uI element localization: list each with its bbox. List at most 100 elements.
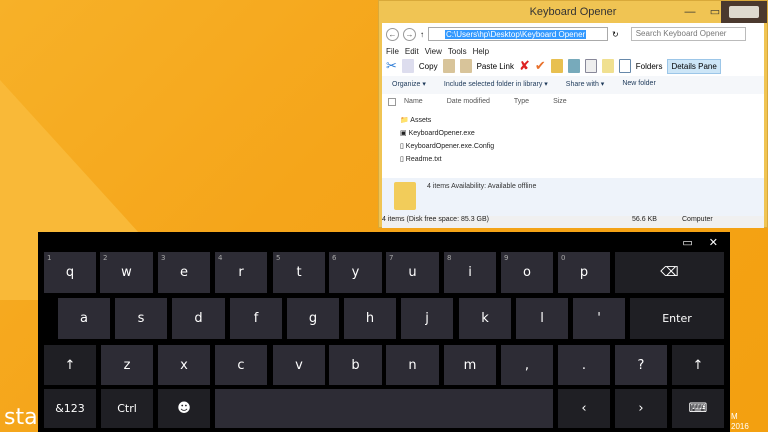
key-h[interactable]: h <box>344 298 396 339</box>
column-name[interactable]: Name <box>404 98 423 106</box>
select-all-checkbox[interactable] <box>388 98 396 106</box>
key-f[interactable]: f <box>230 298 282 339</box>
new-folder-button[interactable]: New folder <box>622 80 655 90</box>
key-l[interactable]: l <box>516 298 568 339</box>
key-s[interactable]: s <box>115 298 167 339</box>
key-n[interactable]: n <box>386 345 439 385</box>
menu-file[interactable]: File <box>386 47 399 56</box>
key-label: , <box>524 357 530 373</box>
delete-icon[interactable]: ✘ <box>519 58 530 74</box>
key-w[interactable]: 2w <box>100 252 153 293</box>
list-item[interactable]: ▯ KeyboardOpener.exe.Config <box>400 140 764 153</box>
key-i[interactable]: 8i <box>444 252 496 293</box>
key-emoji[interactable]: ☻ <box>158 389 210 428</box>
key-backspace[interactable]: ⌫ <box>615 252 724 293</box>
up-icon[interactable]: ↑ <box>420 30 424 39</box>
move-to-icon[interactable] <box>550 59 563 73</box>
key-u[interactable]: 7u <box>386 252 439 293</box>
details-text: 4 items Availability: Available offline <box>427 183 537 190</box>
rename-icon[interactable] <box>567 59 580 73</box>
key-label: › <box>638 401 644 416</box>
back-button[interactable]: ← <box>386 27 399 41</box>
key-hint: 5 <box>276 254 281 262</box>
address-bar: ← → ↑ C:\Users\hp\Desktop\Keyboard Opene… <box>382 25 764 43</box>
key-g[interactable]: g <box>287 298 339 339</box>
key-j[interactable]: j <box>401 298 453 339</box>
key-label: ‹ <box>581 401 587 416</box>
key-right[interactable]: › <box>615 389 667 428</box>
key-keyboard-menu[interactable]: ⌨ <box>672 389 724 428</box>
paste-link-button[interactable]: Paste Link <box>477 62 514 71</box>
check-icon[interactable]: ✔ <box>535 58 546 74</box>
key-ctrl[interactable]: Ctrl <box>101 389 153 428</box>
key-label: . <box>581 357 587 373</box>
key-b[interactable]: b <box>329 345 382 385</box>
column-date-modified[interactable]: Date modified <box>447 98 490 106</box>
key-,[interactable]: , <box>501 345 553 385</box>
key-hint: 3 <box>161 254 166 262</box>
key-space[interactable] <box>215 389 553 428</box>
key-label: i <box>468 265 472 280</box>
keyboard-opener-tray-icon[interactable] <box>721 1 767 23</box>
key-e[interactable]: 3e <box>158 252 210 293</box>
keyboard-dock-button[interactable]: ▭ <box>682 236 692 249</box>
key-d[interactable]: d <box>172 298 225 339</box>
include-in-library-button[interactable]: Include selected folder in library ▾ <box>444 80 548 90</box>
key-label: f <box>253 311 259 326</box>
key-x[interactable]: x <box>158 345 210 385</box>
menu-view[interactable]: View <box>425 47 442 56</box>
list-item[interactable]: 📁 Assets <box>400 114 764 127</box>
key-z[interactable]: z <box>101 345 153 385</box>
key-k[interactable]: k <box>459 298 511 339</box>
key-m[interactable]: m <box>444 345 496 385</box>
key-hint: 1 <box>47 254 52 262</box>
forward-button[interactable]: → <box>403 27 416 41</box>
file-list: 📁 Assets ▣ KeyboardOpener.exe ▯ Keyboard… <box>382 110 764 166</box>
toolbar: ✂ Copy Paste Link ✘ ✔ Folders Details Pa… <box>382 56 764 76</box>
copy-button[interactable]: Copy <box>419 62 438 71</box>
menu-help[interactable]: Help <box>473 47 489 56</box>
key-label: b <box>351 357 360 373</box>
key-'[interactable]: ' <box>573 298 625 339</box>
key-c[interactable]: c <box>215 345 267 385</box>
folders-button[interactable]: Folders <box>636 62 663 71</box>
key-shift-left[interactable]: ↑ <box>44 345 96 385</box>
refresh-icon[interactable]: ↻ <box>612 30 619 39</box>
key-p[interactable]: 0p <box>558 252 610 293</box>
share-with-button[interactable]: Share with ▾ <box>566 80 605 90</box>
list-item[interactable]: ▯ Readme.txt <box>400 153 764 166</box>
key-shift-right[interactable]: ↑ <box>672 345 724 385</box>
folders-icon <box>618 59 631 73</box>
key-left[interactable]: ‹ <box>558 389 610 428</box>
minimize-button[interactable]: — <box>679 1 701 23</box>
key-r[interactable]: 4r <box>215 252 267 293</box>
key-t[interactable]: 5t <box>273 252 325 293</box>
key-.[interactable]: . <box>558 345 610 385</box>
organize-button[interactable]: Organize ▾ <box>392 80 426 90</box>
key-enter[interactable]: Enter <box>630 298 724 339</box>
column-type[interactable]: Type <box>514 98 529 106</box>
paste-link-icon <box>459 59 472 73</box>
key-?[interactable]: ? <box>615 345 667 385</box>
key-a[interactable]: a <box>58 298 110 339</box>
keyboard-close-button[interactable]: ✕ <box>709 236 718 249</box>
key-hint: 7 <box>389 254 394 262</box>
search-input[interactable]: Search Keyboard Opener <box>630 27 746 41</box>
cut-icon[interactable]: ✂ <box>386 58 397 74</box>
key-o[interactable]: 9o <box>501 252 553 293</box>
properties-icon[interactable] <box>584 59 597 73</box>
key-y[interactable]: 6y <box>329 252 382 293</box>
details-pane-button[interactable]: Details Pane <box>667 58 721 74</box>
new-folder-icon[interactable] <box>601 59 614 73</box>
column-size[interactable]: Size <box>553 98 567 106</box>
menu-tools[interactable]: Tools <box>448 47 467 56</box>
command-bar: Organize ▾ Include selected folder in li… <box>382 76 764 94</box>
path-input[interactable]: C:\Users\hp\Desktop\Keyboard Opener <box>428 27 608 41</box>
paste-icon[interactable] <box>442 59 455 73</box>
list-item[interactable]: ▣ KeyboardOpener.exe <box>400 127 764 140</box>
key-label: ' <box>597 311 601 326</box>
key-v[interactable]: v <box>273 345 325 385</box>
menu-edit[interactable]: Edit <box>405 47 419 56</box>
key-symbols[interactable]: &123 <box>44 389 96 428</box>
key-q[interactable]: 1q <box>44 252 96 293</box>
